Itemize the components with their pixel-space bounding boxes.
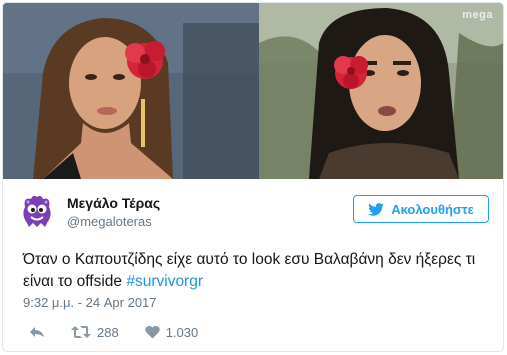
purple-monster-avatar-icon — [23, 195, 51, 227]
retweet-icon — [71, 326, 91, 338]
avatar[interactable] — [19, 193, 55, 229]
tweet-text: Όταν ο Καπουτζίδης είχε αυτό το look εσυ… — [23, 249, 493, 293]
heart-icon — [144, 325, 160, 339]
photo-left-image — [3, 3, 259, 179]
tweet-header: Μεγάλο Τέρας @megaloteras Ακολουθήστε — [19, 193, 489, 233]
author-display-name[interactable]: Μεγάλο Τέρας — [67, 195, 160, 211]
reply-action[interactable] — [29, 325, 45, 339]
photo-right[interactable]: mega — [259, 3, 503, 179]
photo-right-image — [259, 3, 503, 179]
follow-button[interactable]: Ακολουθήστε — [353, 195, 489, 223]
like-count: 1.030 — [165, 324, 199, 340]
twitter-bird-icon — [368, 202, 385, 216]
embedded-tweet-card: mega Μεγάλο Τέρας @megaloteras Ακολουθήσ… — [2, 2, 504, 352]
photo-left[interactable] — [3, 3, 259, 179]
tweet-media[interactable]: mega — [3, 3, 503, 179]
retweet-action[interactable]: 288 — [71, 325, 119, 340]
hashtag-link[interactable]: #survivorgr — [126, 273, 203, 290]
author-handle[interactable]: @megaloteras — [67, 214, 152, 229]
tweet-body: Όταν ο Καπουτζίδης είχε αυτό το look εσυ… — [23, 251, 476, 290]
reply-icon — [30, 327, 44, 337]
channel-logo: mega — [462, 9, 493, 21]
follow-button-label: Ακολουθήστε — [391, 201, 474, 217]
retweet-count: 288 — [97, 324, 119, 340]
tweet-timestamp[interactable]: 9:32 μ.μ. - 24 Apr 2017 — [23, 295, 157, 310]
tweet-actions: 288 1.030 — [29, 323, 224, 341]
like-action[interactable]: 1.030 — [144, 324, 199, 340]
